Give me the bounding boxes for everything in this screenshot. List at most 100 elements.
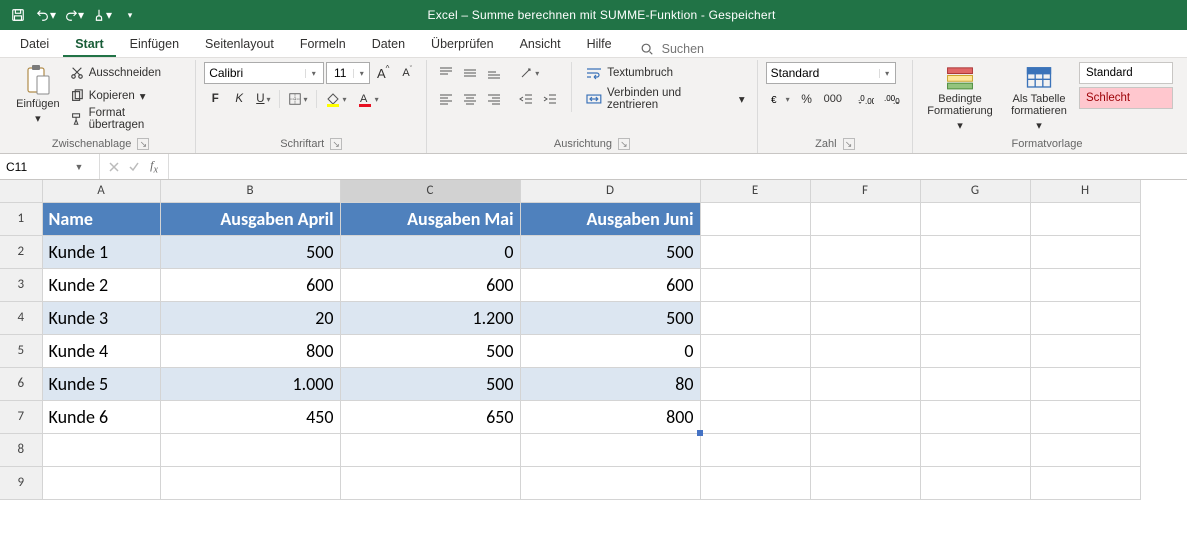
column-header-E[interactable]: E	[700, 180, 810, 202]
fill-color-button[interactable]: ▾	[321, 88, 351, 110]
cell-A9[interactable]	[42, 466, 160, 499]
cell-B8[interactable]	[160, 433, 340, 466]
column-header-F[interactable]: F	[810, 180, 920, 202]
increase-decimal-button[interactable]: .0.00	[854, 88, 878, 110]
tab-hilfe[interactable]: Hilfe	[575, 32, 624, 57]
align-bottom-button[interactable]	[483, 62, 505, 84]
cell-C1[interactable]: Ausgaben Mai	[340, 202, 520, 235]
cell-C9[interactable]	[340, 466, 520, 499]
insert-function-button[interactable]: fx	[144, 157, 164, 177]
decrease-font-button[interactable]: Aˇ	[396, 62, 418, 84]
name-box-dropdown[interactable]: ▼	[70, 162, 88, 172]
column-header-D[interactable]: D	[520, 180, 700, 202]
tab-seitenlayout[interactable]: Seitenlayout	[193, 32, 286, 57]
tab-formeln[interactable]: Formeln	[288, 32, 358, 57]
tab-ansicht[interactable]: Ansicht	[508, 32, 573, 57]
row-header-1[interactable]: 1	[0, 202, 42, 235]
cell-B7[interactable]: 450	[160, 400, 340, 433]
tell-me-input[interactable]	[660, 41, 800, 57]
cell-G3[interactable]	[920, 268, 1030, 301]
cell-A4[interactable]: Kunde 3	[42, 301, 160, 334]
cell-E8[interactable]	[700, 433, 810, 466]
cell-G8[interactable]	[920, 433, 1030, 466]
column-header-B[interactable]: B	[160, 180, 340, 202]
cell-C6[interactable]: 500	[340, 367, 520, 400]
clipboard-launcher[interactable]: ↘	[137, 138, 149, 150]
column-header-A[interactable]: A	[42, 180, 160, 202]
paste-button[interactable]: Einfügen ▾	[14, 62, 62, 134]
alignment-launcher[interactable]: ↘	[618, 138, 630, 150]
save-button[interactable]	[6, 3, 30, 27]
cell-C8[interactable]	[340, 433, 520, 466]
cell-D7[interactable]: 800	[520, 400, 700, 433]
cell-E6[interactable]	[700, 367, 810, 400]
bold-button[interactable]: F	[204, 88, 226, 110]
tab-einfuegen[interactable]: Einfügen	[118, 32, 191, 57]
touch-mode-button[interactable]: ▾	[90, 3, 114, 27]
column-header-G[interactable]: G	[920, 180, 1030, 202]
cell-F7[interactable]	[810, 400, 920, 433]
row-header-4[interactable]: 4	[0, 301, 42, 334]
align-top-button[interactable]	[435, 62, 457, 84]
borders-button[interactable]: ▾	[284, 88, 312, 110]
tell-me[interactable]	[640, 41, 800, 57]
cell-style-schlecht[interactable]: Schlecht	[1079, 87, 1173, 109]
accounting-format-button[interactable]: €▾	[766, 88, 794, 110]
font-size-combo[interactable]: ▾	[326, 62, 370, 84]
row-header-2[interactable]: 2	[0, 235, 42, 268]
cell-D3[interactable]: 600	[520, 268, 700, 301]
number-format-input[interactable]	[767, 63, 879, 83]
cell-G4[interactable]	[920, 301, 1030, 334]
tab-datei[interactable]: Datei	[8, 32, 61, 57]
cell-H6[interactable]	[1030, 367, 1140, 400]
cell-F4[interactable]	[810, 301, 920, 334]
cell-H4[interactable]	[1030, 301, 1140, 334]
increase-indent-button[interactable]	[539, 88, 561, 110]
font-name-combo[interactable]: ▾	[204, 62, 324, 84]
cell-H7[interactable]	[1030, 400, 1140, 433]
cell-D6[interactable]: 80	[520, 367, 700, 400]
cell-C2[interactable]: 0	[340, 235, 520, 268]
cell-D9[interactable]	[520, 466, 700, 499]
cell-E2[interactable]	[700, 235, 810, 268]
cell-E9[interactable]	[700, 466, 810, 499]
cell-G6[interactable]	[920, 367, 1030, 400]
cell-A5[interactable]: Kunde 4	[42, 334, 160, 367]
cell-B5[interactable]: 800	[160, 334, 340, 367]
cell-H8[interactable]	[1030, 433, 1140, 466]
cell-A7[interactable]: Kunde 6	[42, 400, 160, 433]
cell-A3[interactable]: Kunde 2	[42, 268, 160, 301]
cell-B9[interactable]	[160, 466, 340, 499]
cell-B1[interactable]: Ausgaben April	[160, 202, 340, 235]
cell-B3[interactable]: 600	[160, 268, 340, 301]
cell-E4[interactable]	[700, 301, 810, 334]
italic-button[interactable]: K	[228, 88, 250, 110]
increase-font-button[interactable]: A^	[372, 62, 394, 84]
align-right-button[interactable]	[483, 88, 505, 110]
cell-H2[interactable]	[1030, 235, 1140, 268]
cell-D5[interactable]: 0	[520, 334, 700, 367]
name-box-input[interactable]	[0, 160, 70, 174]
tab-ueberpruefen[interactable]: Überprüfen	[419, 32, 506, 57]
row-header-9[interactable]: 9	[0, 466, 42, 499]
font-name-input[interactable]	[205, 63, 305, 83]
format-painter-button[interactable]: Format übertragen	[66, 108, 187, 130]
cell-C4[interactable]: 1.200	[340, 301, 520, 334]
cell-D8[interactable]	[520, 433, 700, 466]
column-header-C[interactable]: C	[340, 180, 520, 202]
cell-A2[interactable]: Kunde 1	[42, 235, 160, 268]
align-left-button[interactable]	[435, 88, 457, 110]
conditional-formatting-button[interactable]: Bedingte Formatierung▾	[921, 62, 999, 134]
font-launcher[interactable]: ↘	[330, 138, 342, 150]
cell-G5[interactable]	[920, 334, 1030, 367]
undo-button[interactable]: ▾	[34, 3, 58, 27]
cell-style-standard[interactable]: Standard	[1079, 62, 1173, 84]
cell-G7[interactable]	[920, 400, 1030, 433]
cell-F9[interactable]	[810, 466, 920, 499]
cell-F5[interactable]	[810, 334, 920, 367]
cell-E5[interactable]	[700, 334, 810, 367]
number-format-combo[interactable]: ▾	[766, 62, 896, 84]
orientation-button[interactable]: ▾	[515, 62, 543, 84]
cell-H1[interactable]	[1030, 202, 1140, 235]
wrap-text-button[interactable]: Textumbruch	[582, 62, 748, 84]
